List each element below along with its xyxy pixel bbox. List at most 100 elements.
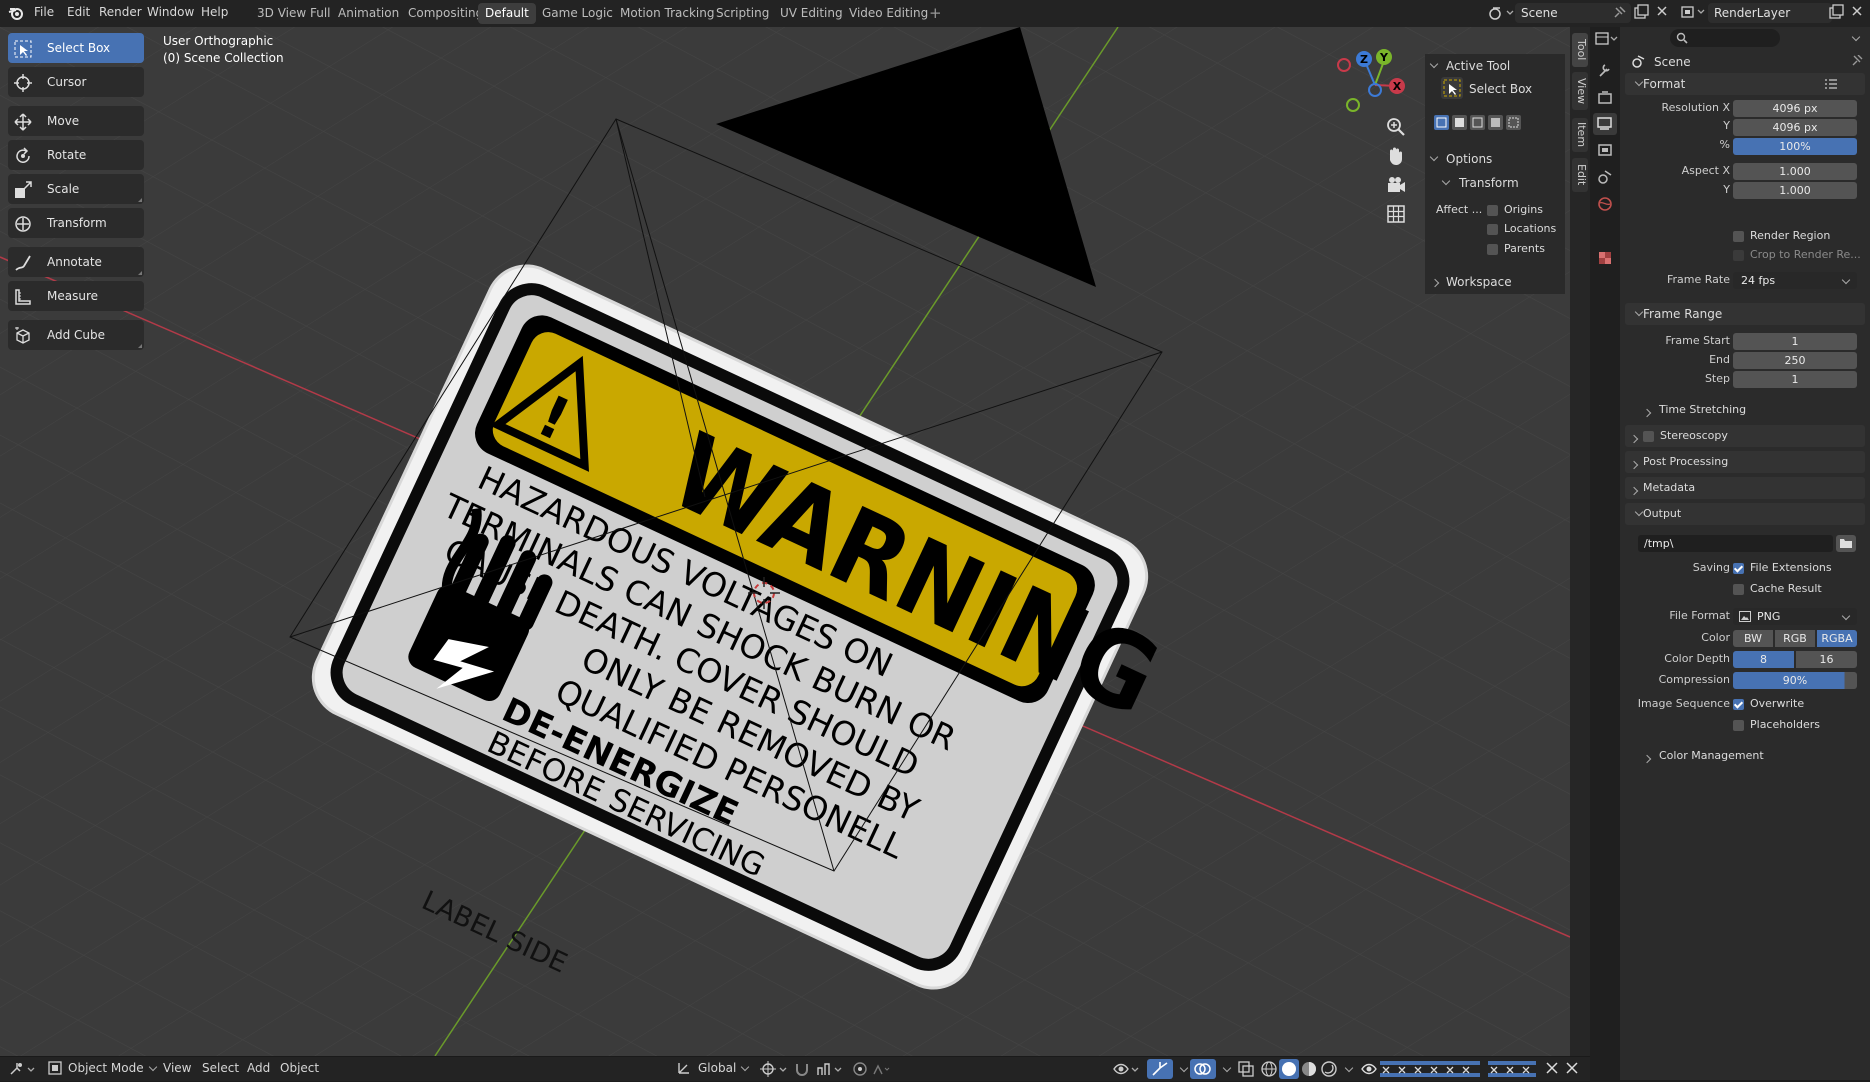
view-layer-properties-icon[interactable]: [1597, 142, 1613, 161]
stereoscopy-checkbox[interactable]: [1643, 431, 1654, 442]
parents-checkbox[interactable]: [1487, 244, 1498, 255]
camera-view-icon[interactable]: [1385, 174, 1407, 199]
transform-header[interactable]: Transform: [1459, 176, 1519, 190]
file-extensions-checkbox[interactable]: [1733, 563, 1744, 574]
new-layer-icon[interactable]: [1828, 4, 1844, 20]
tool-add-cube[interactable]: Add Cube: [8, 320, 144, 350]
tab-item[interactable]: Item: [1572, 118, 1588, 152]
color-management-header[interactable]: Color Management: [1659, 749, 1764, 762]
color-depth-8-button[interactable]: 8: [1733, 651, 1794, 668]
presets-list-icon[interactable]: [1824, 78, 1838, 93]
chevron-down-icon[interactable]: [1441, 175, 1451, 189]
select-box-icon[interactable]: [1441, 77, 1463, 99]
render-region-checkbox[interactable]: [1733, 231, 1744, 242]
options-chevron-icon[interactable]: [1847, 31, 1861, 45]
color-bw-button[interactable]: BW: [1733, 630, 1773, 647]
output-properties-icon[interactable]: [1593, 113, 1617, 135]
close-icon[interactable]: [1545, 1060, 1559, 1079]
pivot-point-icon[interactable]: [760, 1060, 790, 1081]
crop-region-checkbox[interactable]: [1733, 250, 1744, 261]
chevron-right-icon[interactable]: [1629, 483, 1639, 497]
tool-properties-icon[interactable]: [1597, 62, 1613, 81]
active-tool-header[interactable]: Active Tool: [1446, 59, 1510, 73]
material-shading-icon[interactable]: [1300, 1060, 1318, 1081]
tool-cursor[interactable]: Cursor: [8, 67, 144, 97]
color-rgba-button[interactable]: RGBA: [1817, 630, 1857, 647]
tab-animation[interactable]: Animation: [331, 3, 406, 24]
menu-select[interactable]: Select: [202, 1061, 239, 1075]
blender-logo-icon[interactable]: [8, 5, 24, 21]
chevron-down-icon[interactable]: [1175, 1062, 1189, 1076]
snap-toggle-icon[interactable]: [793, 1060, 811, 1081]
menu-add[interactable]: Add: [247, 1061, 270, 1075]
chevron-right-icon[interactable]: [1642, 405, 1652, 419]
tool-measure[interactable]: Measure: [8, 281, 144, 311]
gizmo-toggle-icon[interactable]: [1147, 1059, 1173, 1079]
chevron-down-icon[interactable]: [1630, 76, 1644, 90]
placeholders-checkbox[interactable]: [1733, 720, 1744, 731]
render-properties-icon[interactable]: [1597, 90, 1613, 109]
close-icon[interactable]: [1565, 1060, 1579, 1079]
tab-compositing[interactable]: Compositing: [401, 3, 490, 24]
tool-move[interactable]: Move: [8, 106, 144, 136]
object-mode-dropdown[interactable]: Object Mode: [68, 1061, 157, 1075]
tab-game-logic[interactable]: Game Logic: [535, 3, 620, 24]
chevron-right-icon[interactable]: [1430, 275, 1440, 289]
menu-render[interactable]: Render: [99, 5, 142, 19]
time-stretching-header[interactable]: Time Stretching: [1659, 403, 1746, 416]
chevron-down-icon[interactable]: [1429, 58, 1439, 72]
tab-3d-view-full[interactable]: 3D View Full: [250, 3, 338, 24]
tab-scripting[interactable]: Scripting: [709, 3, 776, 24]
tab-uv-editing[interactable]: UV Editing: [773, 3, 850, 24]
aspect-y-field[interactable]: 1.000: [1733, 182, 1857, 199]
solid-shading-icon[interactable]: [1279, 1059, 1299, 1079]
chevron-down-icon[interactable]: [1429, 151, 1439, 165]
pin-icon[interactable]: [1851, 54, 1863, 70]
folder-icon[interactable]: [1836, 535, 1856, 552]
xray-toggle-icon[interactable]: [1237, 1060, 1255, 1081]
viewport-scene[interactable]: ! WARNING HAZARDOUS VOLTAGES ON TERMINAL…: [0, 27, 1570, 1056]
chevron-down-icon[interactable]: [1630, 506, 1644, 520]
3d-viewport[interactable]: ! WARNING HAZARDOUS VOLTAGES ON TERMINAL…: [0, 27, 1570, 1056]
new-scene-icon[interactable]: [1633, 4, 1649, 20]
camera-toggle-row[interactable]: [1488, 1059, 1548, 1079]
wireframe-shading-icon[interactable]: [1260, 1060, 1278, 1081]
tab-tool[interactable]: Tool: [1572, 33, 1588, 67]
menu-window[interactable]: Window: [147, 5, 194, 19]
file-format-dropdown[interactable]: PNG: [1733, 608, 1857, 625]
tool-scale[interactable]: Scale: [8, 174, 144, 204]
editor-type-icon[interactable]: [8, 1060, 38, 1081]
frame-rate-dropdown[interactable]: 24 fps: [1733, 272, 1857, 289]
tab-default[interactable]: Default: [478, 3, 536, 24]
chevron-down-icon[interactable]: [1340, 1062, 1354, 1076]
rendered-shading-icon[interactable]: [1320, 1060, 1338, 1081]
pin-icon[interactable]: [1612, 6, 1626, 20]
locations-checkbox[interactable]: [1487, 224, 1498, 235]
resolution-y-field[interactable]: 4096 px: [1733, 119, 1857, 136]
resolution-percent-slider[interactable]: 100%: [1733, 138, 1857, 155]
tab-motion-tracking[interactable]: Motion Tracking: [613, 3, 721, 24]
menu-edit[interactable]: Edit: [67, 5, 90, 19]
options-header[interactable]: Options: [1446, 152, 1492, 166]
overwrite-checkbox[interactable]: [1733, 699, 1744, 710]
overlays-toggle-icon[interactable]: [1190, 1059, 1216, 1079]
chevron-down-icon[interactable]: [1630, 306, 1644, 320]
pan-hand-icon[interactable]: [1385, 145, 1407, 170]
menu-view[interactable]: View: [163, 1061, 191, 1075]
snap-element-icon[interactable]: [815, 1060, 845, 1081]
scene-properties-icon[interactable]: [1597, 169, 1613, 188]
workspace-header[interactable]: Workspace: [1446, 275, 1512, 289]
texture-properties-icon[interactable]: [1597, 250, 1613, 269]
chevron-down-icon[interactable]: [1218, 1062, 1232, 1076]
color-depth-16-button[interactable]: 16: [1796, 651, 1857, 668]
proportional-editing-icon[interactable]: [852, 1060, 892, 1081]
eye-visibility-icon[interactable]: [1360, 1060, 1378, 1081]
menu-file[interactable]: File: [34, 5, 54, 19]
tab-view[interactable]: View: [1572, 72, 1588, 110]
editor-type-icon[interactable]: [1595, 31, 1621, 50]
output-path-field[interactable]: /tmp\: [1638, 535, 1833, 552]
orientation-dropdown[interactable]: Global: [698, 1061, 750, 1075]
add-workspace-button[interactable]: +: [922, 3, 949, 24]
perspective-grid-icon[interactable]: [1385, 203, 1407, 228]
origins-checkbox[interactable]: [1487, 205, 1498, 216]
